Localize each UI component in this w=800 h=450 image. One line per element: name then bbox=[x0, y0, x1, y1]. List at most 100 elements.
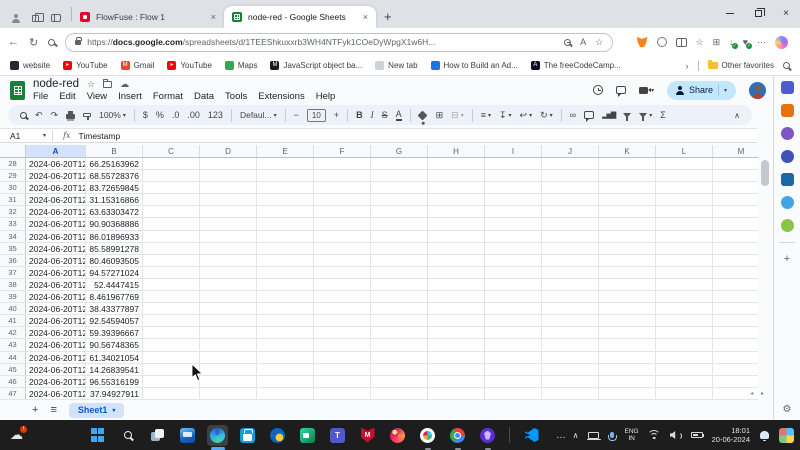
cell[interactable] bbox=[257, 170, 314, 182]
cell-value[interactable]: 83.72659845 bbox=[86, 182, 143, 194]
cell[interactable] bbox=[314, 327, 371, 339]
cell[interactable] bbox=[257, 218, 314, 230]
decrease-font-size-button[interactable]: − bbox=[294, 110, 299, 120]
profile-icon[interactable] bbox=[12, 14, 20, 22]
cell[interactable] bbox=[143, 279, 200, 291]
horizontal-align-button[interactable]: ≡▾ bbox=[481, 110, 491, 120]
version-history-icon[interactable] bbox=[593, 85, 603, 95]
cell[interactable] bbox=[599, 388, 656, 400]
cell[interactable] bbox=[200, 388, 257, 400]
name-box-dropdown-icon[interactable]: ▾ bbox=[43, 132, 46, 139]
cell[interactable] bbox=[485, 303, 542, 315]
text-rotation-button[interactable]: ↻▾ bbox=[540, 110, 553, 121]
cell[interactable] bbox=[656, 339, 713, 351]
cell[interactable] bbox=[542, 267, 599, 279]
vertical-align-button[interactable]: ↧▾ bbox=[499, 110, 512, 121]
cell[interactable] bbox=[713, 303, 758, 315]
cell[interactable] bbox=[314, 303, 371, 315]
paint-format-button[interactable] bbox=[83, 113, 91, 117]
row-header[interactable]: 33 bbox=[0, 218, 26, 230]
tab-google-sheets[interactable]: node-red - Google Sheets × bbox=[224, 6, 376, 28]
row-header[interactable]: 37 bbox=[0, 267, 26, 279]
media-app[interactable] bbox=[177, 425, 198, 446]
cell[interactable] bbox=[599, 182, 656, 194]
cell[interactable] bbox=[542, 303, 599, 315]
cell[interactable] bbox=[713, 218, 758, 230]
cell[interactable] bbox=[257, 279, 314, 291]
cell-timestamp[interactable]: 2024-06-20T12:2 bbox=[26, 218, 86, 230]
cell[interactable] bbox=[542, 339, 599, 351]
cell[interactable] bbox=[599, 158, 656, 170]
cell[interactable] bbox=[599, 170, 656, 182]
row-header[interactable]: 29 bbox=[0, 170, 26, 182]
cell-timestamp[interactable]: 2024-06-20T12:2 bbox=[26, 279, 86, 291]
cell[interactable] bbox=[371, 376, 428, 388]
fill-color-button[interactable] bbox=[419, 112, 428, 119]
share-dropdown-icon[interactable]: ▾ bbox=[724, 87, 727, 94]
cell[interactable] bbox=[371, 327, 428, 339]
cell[interactable] bbox=[257, 291, 314, 303]
cell[interactable] bbox=[314, 206, 371, 218]
cell[interactable] bbox=[599, 339, 656, 351]
cell[interactable] bbox=[599, 243, 656, 255]
row-header[interactable]: 44 bbox=[0, 352, 26, 364]
collections-icon[interactable]: ⊞ bbox=[713, 37, 721, 48]
cell-timestamp[interactable]: 2024-06-20T12:2 bbox=[26, 206, 86, 218]
cell[interactable] bbox=[371, 231, 428, 243]
cell[interactable] bbox=[314, 279, 371, 291]
cell[interactable] bbox=[599, 364, 656, 376]
cell[interactable] bbox=[485, 243, 542, 255]
cell[interactable] bbox=[143, 267, 200, 279]
cell[interactable] bbox=[485, 364, 542, 376]
cell[interactable] bbox=[257, 376, 314, 388]
row-header[interactable]: 35 bbox=[0, 243, 26, 255]
toolbar-search-button[interactable] bbox=[20, 112, 27, 119]
task-view-button[interactable] bbox=[147, 425, 168, 446]
cell[interactable] bbox=[200, 194, 257, 206]
cell[interactable] bbox=[485, 327, 542, 339]
cell[interactable] bbox=[485, 158, 542, 170]
obsidian[interactable] bbox=[477, 425, 498, 446]
cell[interactable] bbox=[485, 339, 542, 351]
cell-timestamp[interactable]: 2024-06-20T12:2 bbox=[26, 339, 86, 351]
row-header[interactable]: 36 bbox=[0, 255, 26, 267]
cell[interactable] bbox=[200, 170, 257, 182]
cell[interactable] bbox=[143, 231, 200, 243]
merge-cells-button[interactable]: ⊟▾ bbox=[451, 110, 464, 121]
column-header-l[interactable]: L bbox=[656, 145, 713, 157]
cell[interactable] bbox=[314, 376, 371, 388]
cell[interactable] bbox=[200, 182, 257, 194]
edge-browser[interactable] bbox=[207, 425, 228, 446]
cell[interactable] bbox=[200, 376, 257, 388]
cell[interactable] bbox=[200, 267, 257, 279]
cell[interactable] bbox=[371, 182, 428, 194]
cell[interactable] bbox=[200, 352, 257, 364]
cell[interactable] bbox=[371, 255, 428, 267]
decrease-decimal-places-button[interactable]: .0 bbox=[172, 110, 180, 120]
cell[interactable] bbox=[485, 255, 542, 267]
cell[interactable] bbox=[200, 206, 257, 218]
cell[interactable] bbox=[656, 327, 713, 339]
row-header[interactable]: 43 bbox=[0, 339, 26, 351]
bold-button[interactable]: B bbox=[356, 110, 363, 120]
cell[interactable] bbox=[599, 327, 656, 339]
bookmark-youtube[interactable]: ▸YouTube bbox=[167, 61, 211, 70]
cell[interactable] bbox=[542, 158, 599, 170]
column-header-j[interactable]: J bbox=[542, 145, 599, 157]
menu-format[interactable]: Format bbox=[153, 91, 183, 102]
cell[interactable] bbox=[713, 315, 758, 327]
cell[interactable] bbox=[713, 291, 758, 303]
cell[interactable] bbox=[485, 352, 542, 364]
formula-input[interactable]: Timestamp bbox=[78, 131, 120, 141]
cell[interactable] bbox=[143, 315, 200, 327]
metamask-icon[interactable] bbox=[637, 37, 648, 47]
cell[interactable] bbox=[542, 243, 599, 255]
column-header-i[interactable]: I bbox=[485, 145, 542, 157]
addon-camera-icon[interactable] bbox=[781, 173, 794, 186]
comments-icon[interactable] bbox=[616, 86, 626, 94]
cell[interactable] bbox=[257, 267, 314, 279]
cell[interactable] bbox=[371, 279, 428, 291]
cell[interactable] bbox=[599, 255, 656, 267]
corner-box[interactable] bbox=[0, 145, 26, 157]
cell[interactable] bbox=[371, 303, 428, 315]
